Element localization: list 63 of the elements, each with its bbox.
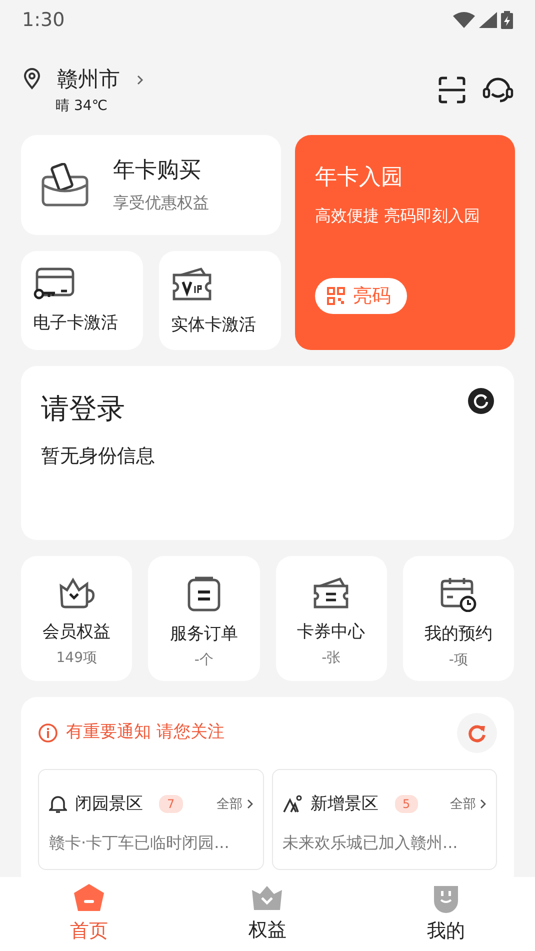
stat-label: 服务订单 [170,623,238,646]
stat-value: -项 [448,650,468,670]
stat-card[interactable]: 会员权益 149项 [21,556,132,680]
activation-card[interactable]: 实体卡激活 [159,250,281,350]
notice-group-card[interactable]: 闭园景区 7 全部 赣卡·卡丁车已临时闭园... [38,768,264,870]
reload-icon[interactable] [457,712,497,752]
purchase-subtitle: 享受优惠权益 [113,192,209,214]
wifi-icon [453,12,475,28]
identity-info-text: 暂无身份信息 [41,444,155,469]
bell-icon [49,794,67,814]
entry-subtitle: 高效便捷 亮码即刻入园 [315,204,482,226]
entry-title: 年卡入园 [315,164,404,192]
chevron-right-icon[interactable] [480,799,486,810]
stat-label: 卡券中心 [297,621,366,644]
stat-card[interactable]: 我的预约 -项 [402,556,514,680]
notice-text: 赣卡·卡丁车已临时闭园... [49,832,230,854]
document-icon [186,576,221,612]
stat-label: 会员权益 [42,621,111,644]
vip-ticket-icon [171,266,213,302]
group-title: 新增景区 [310,792,378,816]
stat-label: 我的预约 [424,623,492,646]
all-link[interactable]: 全部 [216,794,242,814]
signal-icon [479,12,497,28]
battery-icon [501,11,513,29]
login-title: 请登录 [41,391,126,427]
notice-title: 有重要通知 请您关注 [66,720,224,744]
stat-card[interactable]: 服务订单 -个 [148,556,260,680]
location-pin-icon [23,68,41,90]
card-wallet-icon [41,162,89,206]
info-icon [38,722,58,742]
notice-text: 未来欢乐城已加入赣州... [282,832,459,854]
chevron-right-icon[interactable] [136,74,144,86]
chevron-right-icon[interactable] [246,799,252,810]
purchase-card[interactable]: 年卡购买 享受优惠权益 [21,134,281,234]
key-card-icon [33,266,75,300]
activation-label: 电子卡激活 [33,312,118,334]
status-time: 1:30 [22,8,65,33]
tab-button[interactable]: 权益 [217,884,318,944]
all-link[interactable]: 全部 [450,794,476,814]
scan-icon[interactable] [438,76,466,104]
stat-value: -个 [194,650,214,670]
stat-value: 149项 [56,648,97,668]
group-title: 闭园景区 [75,792,143,816]
mountain-icon [282,795,302,814]
count-badge: 7 [159,795,183,814]
count-badge: 5 [394,795,418,814]
stat-value: -张 [322,648,341,668]
ticket-icon [312,576,350,610]
crown-cup-icon [56,576,97,610]
home-icon [72,882,106,913]
activation-card[interactable]: 电子卡激活 [21,250,143,350]
refresh-icon[interactable] [468,388,494,414]
activation-label: 实体卡激活 [171,314,256,336]
login-card[interactable]: 请登录 暂无身份信息 [21,366,514,540]
calendar-clock-icon [439,576,478,612]
purchase-title: 年卡购买 [113,157,202,185]
crown-icon [250,884,284,912]
city-name[interactable]: 赣州市 [57,64,120,96]
tab-button[interactable]: 我的 [396,882,496,946]
weather-text: 晴 34℃ [56,96,108,116]
notice-group-card[interactable]: 新增景区 5 全部 未来欢乐城已加入赣州... [272,768,497,870]
qr-code-icon [327,286,345,305]
stat-card[interactable]: 卡券中心 -张 [276,556,387,680]
